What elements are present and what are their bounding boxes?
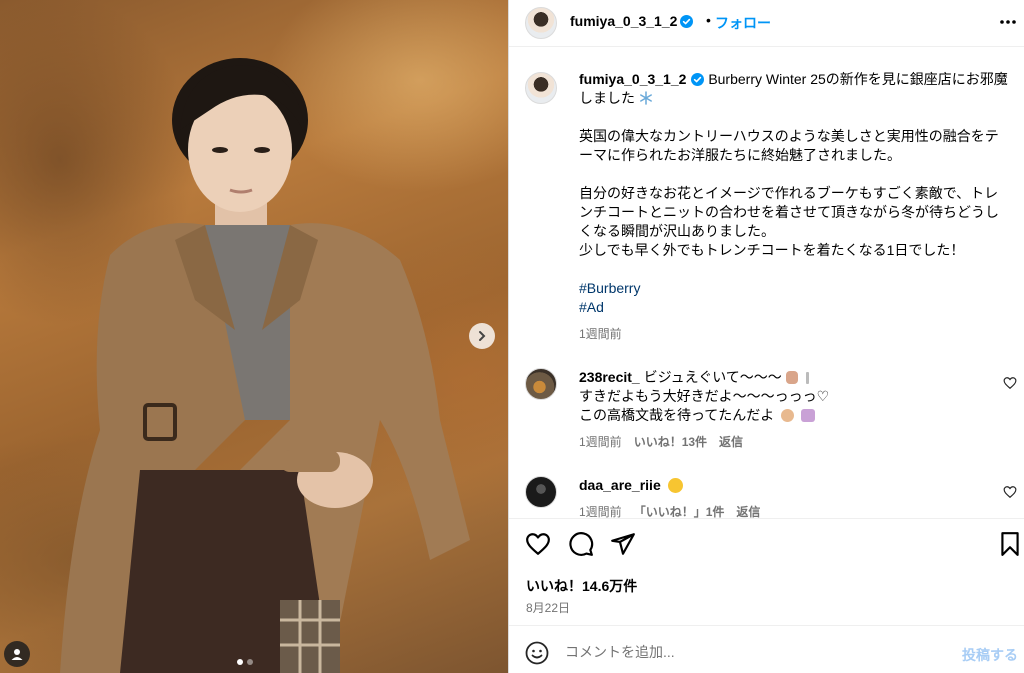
caption-text-para2-line1: 自分の好きなお花とイメージで作れるブーケもすごく素敵で、トレンチコートとニットの… [579, 185, 999, 239]
commenter-avatar[interactable] [525, 368, 557, 400]
user-icon [11, 649, 23, 660]
comment-meta: 1週間前 「いいね！」1件 返信 [579, 503, 999, 518]
caption-paragraph-1: 英国の偉大なカントリーハウスのような美しさと実用性の融合をテーマに作られたお洋服… [579, 127, 1009, 165]
comment-meta: 1週間前 いいね！13件 返信 [579, 433, 999, 452]
caption-username[interactable]: fumiya_0_3_1_2 [579, 71, 686, 87]
more-options-icon[interactable] [998, 12, 1018, 32]
commenter-username[interactable]: daa_are_riie [579, 477, 661, 493]
comment-like-count[interactable]: 「いいね！」1件 [634, 503, 725, 518]
carousel-indicator [237, 659, 253, 665]
verified-badge-icon [691, 73, 705, 86]
exclamation-emoji-icon [805, 372, 809, 384]
share-paper-plane-icon[interactable] [610, 531, 636, 557]
comment-reply-button[interactable]: 返信 [736, 503, 760, 518]
save-bookmark-icon[interactable] [997, 531, 1023, 557]
caption-hashtags: #Burberry #Ad [579, 279, 1009, 317]
comment-like-heart-icon[interactable] [1003, 376, 1017, 390]
post-caption: fumiya_0_3_1_2 Burberry Winter 25の新作を見に銀… [579, 70, 1009, 344]
post-like-count[interactable]: いいね！14.6万件 [526, 576, 637, 596]
comment-like-count[interactable]: いいね！13件 [634, 433, 707, 452]
comment-item: 238recit_ ビジュえぐいて〜〜〜 すきだよもう大好きだよ〜〜〜っっっ♡ … [525, 368, 1024, 449]
hashtag-burberry[interactable]: #Burberry [579, 279, 1009, 298]
chevron-right-icon [479, 331, 486, 341]
face-emoji-icon [781, 409, 795, 422]
comment-reply-button[interactable]: 返信 [719, 433, 743, 452]
comments-scroll-area[interactable]: fumiya_0_3_1_2 Burberry Winter 25の新作を見に銀… [509, 48, 1024, 518]
post-photo[interactable] [0, 0, 508, 673]
verified-badge-icon [680, 15, 694, 28]
emoji-smiley-icon[interactable] [525, 641, 549, 665]
post-header: fumiya_0_3_1_2 • フォロー [509, 0, 1024, 47]
comment-text-line3: この高橋文哉を待ってたんだよ [579, 407, 775, 423]
commenter-avatar[interactable] [525, 476, 557, 508]
caption-text-para2-line2: 少しでも早く外でもトレンチコートを着たくなる1日でした！ [579, 242, 965, 258]
next-slide-button[interactable] [469, 323, 495, 349]
tagged-users-button[interactable] [4, 641, 30, 667]
comment-text-line2: すきだよもう大好きだよ〜〜〜っっっ♡ [579, 388, 830, 404]
like-heart-icon[interactable] [525, 531, 551, 557]
follow-button[interactable]: フォロー [715, 13, 771, 33]
snowflake-emoji-icon [639, 91, 652, 105]
comment-bubble-icon[interactable] [568, 531, 594, 557]
praying-emoji-icon [801, 409, 816, 422]
comment-timestamp[interactable]: 1週間前 [579, 503, 622, 518]
author-avatar[interactable] [525, 7, 557, 39]
comment-timestamp[interactable]: 1週間前 [579, 433, 622, 452]
comment-text-line1: ビジュえぐいて〜〜〜 [643, 369, 782, 385]
comment-composer: 投稿する [509, 625, 1024, 673]
caption-timestamp[interactable]: 1週間前 [579, 325, 1009, 344]
comment-input[interactable] [565, 640, 925, 664]
comment-body: daa_are_riie 1週間前 「いいね！」1件 返信 [579, 476, 999, 518]
caption-text-para1: 英国の偉大なカントリーハウスのような美しさと実用性の融合をテーマに作られたお洋服… [579, 128, 999, 163]
carousel-dot-active [237, 659, 243, 665]
header-separator: • [706, 12, 711, 28]
caption-paragraph-2: 自分の好きなお花とイメージで作れるブーケもすごく素敵で、トレンチコートとニットの… [579, 184, 1009, 260]
author-username[interactable]: fumiya_0_3_1_2 [570, 13, 694, 29]
raised-hand-emoji-icon [785, 371, 798, 384]
carousel-dot [247, 659, 253, 665]
post-date[interactable]: 8月22日 [526, 599, 570, 616]
post-comment-button[interactable]: 投稿する [962, 645, 1018, 665]
commenter-username[interactable]: 238recit_ [579, 369, 640, 385]
comment-item: daa_are_riie 1週間前 「いいね！」1件 返信 [525, 476, 1024, 518]
post-detail-panel: fumiya_0_3_1_2 • フォロー fumiya_0_3_1_2 Bur… [508, 0, 1024, 673]
caption-author-avatar[interactable] [525, 72, 557, 104]
caption-first-line: fumiya_0_3_1_2 Burberry Winter 25の新作を見に銀… [579, 70, 1009, 108]
hashtag-ad[interactable]: #Ad [579, 298, 1009, 317]
portrait-illustration [60, 58, 470, 673]
post-actions: いいね！14.6万件 8月22日 [509, 518, 1024, 624]
comment-like-heart-icon[interactable] [1003, 485, 1017, 499]
comment-body: 238recit_ ビジュえぐいて〜〜〜 すきだよもう大好きだよ〜〜〜っっっ♡ … [579, 368, 999, 452]
author-username-text[interactable]: fumiya_0_3_1_2 [570, 13, 677, 29]
heart-eyes-emoji-icon [667, 478, 683, 493]
